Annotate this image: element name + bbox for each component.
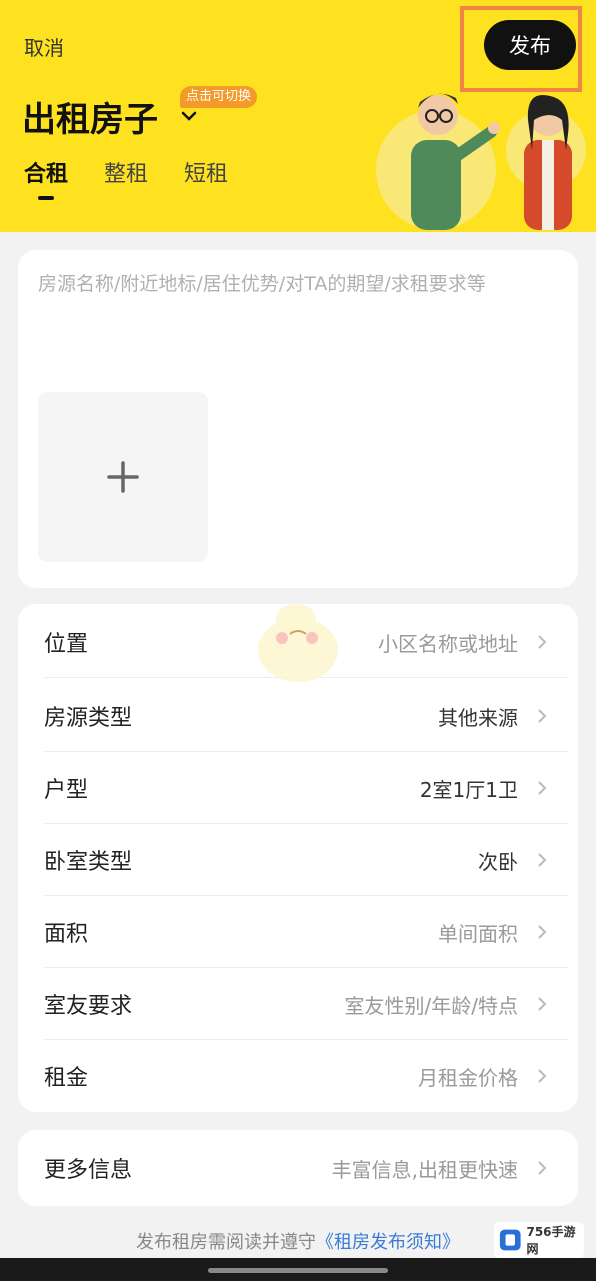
- chevron-right-icon: [538, 1161, 547, 1175]
- chevron-right-icon: [538, 853, 547, 867]
- row-value: 丰富信息,出租更快速: [331, 1157, 518, 1182]
- chevron-right-icon: [538, 635, 547, 649]
- list-item-roommate-requirements[interactable]: 室友要求 室友性别/年龄/特点: [18, 968, 578, 1040]
- page-title[interactable]: 出租房子: [22, 92, 158, 141]
- more-info-card: 更多信息 丰富信息,出租更快速: [18, 1130, 578, 1206]
- row-value: 其他来源: [438, 705, 518, 730]
- description-input[interactable]: 房源名称/附近地标/居住优势/对TA的期望/求租要求等: [38, 270, 558, 298]
- row-value: 2室1厅1卫: [419, 777, 518, 802]
- home-indicator[interactable]: [208, 1268, 388, 1273]
- list-item-bedroom-type[interactable]: 卧室类型 次卧: [18, 824, 578, 896]
- chevron-right-icon: [538, 1069, 547, 1083]
- list-item-layout[interactable]: 户型 2室1厅1卫: [18, 752, 578, 824]
- switch-badge: 点击可切换: [180, 86, 258, 108]
- chevron-right-icon: [538, 781, 547, 795]
- row-label: 房源类型: [44, 706, 133, 731]
- publish-button[interactable]: 发布: [484, 20, 576, 70]
- rental-rules-link[interactable]: 《租房发布须知》: [316, 1232, 460, 1253]
- row-label: 位置: [44, 632, 89, 657]
- description-card: 房源名称/附近地标/居住优势/对TA的期望/求租要求等: [18, 250, 578, 588]
- row-label: 更多信息: [44, 1158, 133, 1183]
- cancel-button[interactable]: 取消: [24, 32, 64, 61]
- tab-short-rent[interactable]: 短租: [184, 156, 228, 188]
- watermark: 756手游网: [494, 1222, 584, 1258]
- chevron-right-icon: [538, 997, 547, 1011]
- tab-shared-rent[interactable]: 合租: [24, 156, 68, 188]
- list-item-source-type[interactable]: 房源类型 其他来源: [18, 680, 578, 752]
- tab-whole-rent[interactable]: 整租: [104, 156, 148, 188]
- chevron-right-icon: [538, 709, 547, 723]
- watermark-text: 756手游网: [526, 1225, 576, 1256]
- chevron-down-icon[interactable]: [180, 107, 198, 125]
- list-item-rent[interactable]: 租金 月租金价格: [18, 1040, 578, 1112]
- row-label: 面积: [44, 922, 89, 947]
- row-value: 次卧: [478, 849, 518, 874]
- row-value: 室友性别/年龄/特点: [344, 993, 518, 1018]
- plus-icon: [107, 461, 139, 493]
- row-value: 单间面积: [438, 921, 518, 946]
- row-value: 小区名称或地址: [378, 631, 518, 656]
- row-value: 月租金价格: [418, 1065, 518, 1090]
- row-label: 租金: [44, 1066, 89, 1091]
- row-label: 卧室类型: [44, 850, 133, 875]
- chevron-right-icon: [538, 925, 547, 939]
- rent-type-tabs: 合租 整租 短租: [24, 156, 264, 188]
- watermark-logo-icon: [499, 1229, 521, 1251]
- row-label: 户型: [44, 778, 89, 803]
- list-item-area[interactable]: 面积 单间面积: [18, 896, 578, 968]
- add-photo-button[interactable]: [38, 392, 208, 562]
- row-label: 室友要求: [44, 994, 133, 1019]
- list-item-more-info[interactable]: 更多信息 丰富信息,出租更快速: [18, 1132, 578, 1204]
- footer-prefix: 发布租房需阅读并遵守: [136, 1232, 316, 1253]
- header: 取消 发布 出租房子 点击可切换 合租 整租 短租: [0, 0, 596, 232]
- mascot-sticker: [258, 604, 338, 682]
